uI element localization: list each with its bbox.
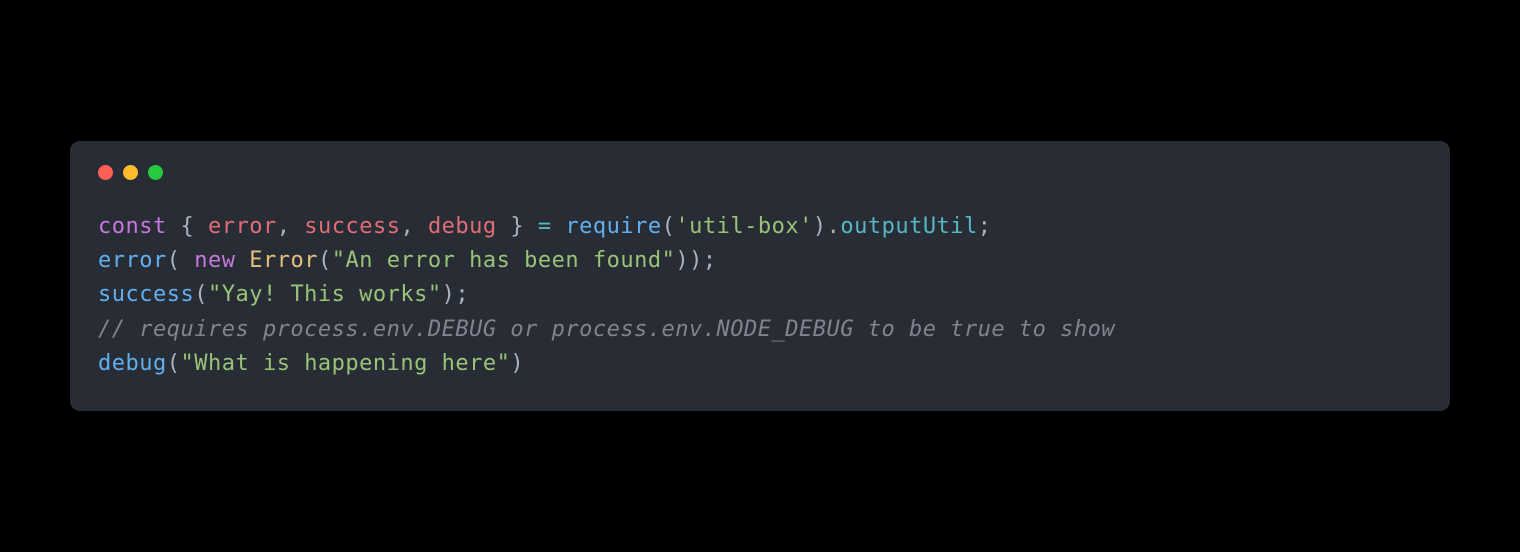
minimize-icon[interactable] (123, 165, 138, 180)
code-token: ( (167, 351, 181, 376)
code-token: , (400, 214, 428, 239)
code-token: // requires process.env.DEBUG or process… (98, 317, 1115, 342)
code-line: success("Yay! This works"); (98, 278, 1422, 312)
code-token: require (565, 214, 661, 239)
code-line: debug("What is happening here") (98, 347, 1422, 381)
code-token: = (538, 214, 552, 239)
code-token: error (208, 214, 277, 239)
code-token: ( (662, 214, 676, 239)
code-token: const (98, 214, 167, 239)
code-token: ). (813, 214, 841, 239)
code-token: success (98, 282, 194, 307)
code-token: ( (167, 248, 195, 273)
code-token: "Yay! This works" (208, 282, 442, 307)
code-token: outputUtil (840, 214, 977, 239)
code-line: error( new Error("An error has been foun… (98, 244, 1422, 278)
code-token: error (98, 248, 167, 273)
code-token: new (194, 248, 235, 273)
code-token: success (304, 214, 400, 239)
code-line: const { error, success, debug } = requir… (98, 210, 1422, 244)
code-token: ); (442, 282, 470, 307)
code-token (552, 214, 566, 239)
code-token: } (497, 214, 538, 239)
code-line: // requires process.env.DEBUG or process… (98, 313, 1422, 347)
close-icon[interactable] (98, 165, 113, 180)
window-titlebar (98, 161, 1422, 210)
code-token (235, 248, 249, 273)
code-token (167, 214, 181, 239)
code-token: , (277, 214, 305, 239)
zoom-icon[interactable] (148, 165, 163, 180)
code-block: const { error, success, debug } = requir… (98, 210, 1422, 380)
code-token: 'util-box' (675, 214, 812, 239)
code-token: ( (318, 248, 332, 273)
code-token: "An error has been found" (332, 248, 676, 273)
code-token: debug (428, 214, 497, 239)
code-token: Error (249, 248, 318, 273)
code-token: debug (98, 351, 167, 376)
code-token: "What is happening here" (180, 351, 510, 376)
code-token: ; (978, 214, 992, 239)
code-token: ) (510, 351, 524, 376)
code-token: ( (194, 282, 208, 307)
code-window: const { error, success, debug } = requir… (70, 141, 1450, 410)
code-token: )); (675, 248, 716, 273)
code-token: { (180, 214, 208, 239)
